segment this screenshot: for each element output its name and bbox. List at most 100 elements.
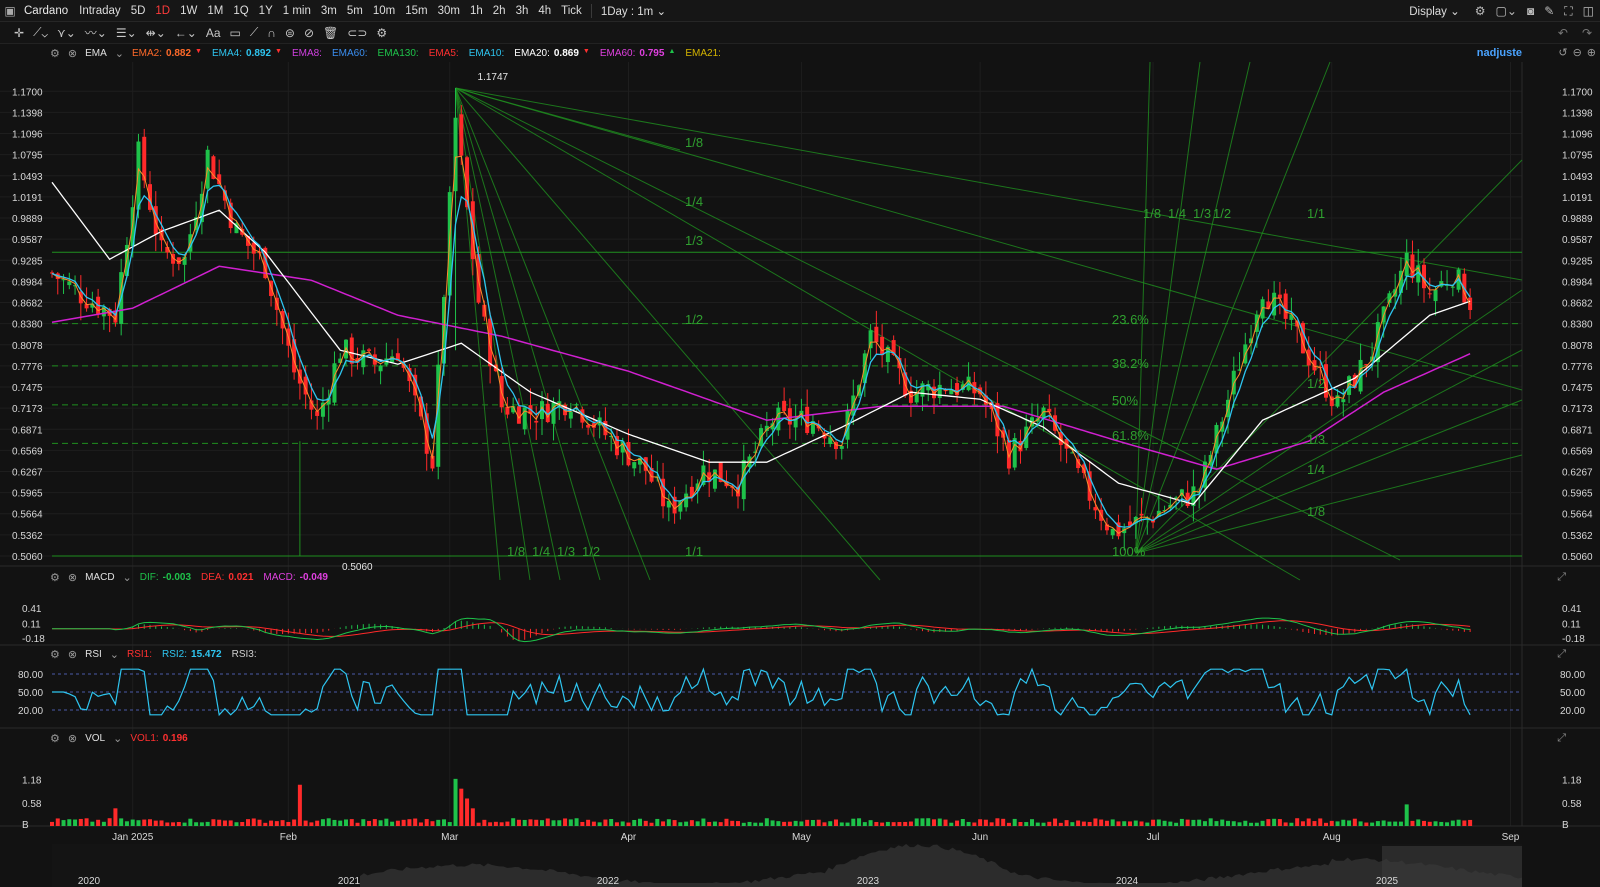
ema-legend-item[interactable]: EMA60: 0.795 ▲ [600,48,676,59]
price-tick-right: 0.5060 [1562,552,1593,563]
gann-fan-line [455,87,651,581]
ema-legend-item[interactable]: EMA60: [332,48,368,59]
reset-icon[interactable]: ↺ [1558,46,1567,59]
candle-body [378,365,383,372]
ema-legend-label: EMA20: [514,47,550,59]
volume-bar [1110,819,1115,826]
vol-legend-name[interactable]: VOL [85,733,105,744]
price-tick-left: 0.7475 [12,383,43,394]
candle-body [1041,407,1046,418]
volume-bar [332,819,337,826]
ema-legend-item[interactable]: EMA4: 0.892 ▼ [212,48,282,59]
close-icon[interactable]: ⊗ [68,571,77,584]
expand-icon[interactable]: ⤢ [1557,732,1566,745]
volume-bar [344,819,348,826]
ema-legend-item[interactable]: EMA130: [378,48,419,59]
candle-body [534,420,539,423]
chart-canvas[interactable]: 1.1700 1.1700 1.1398 1.1398 1.1096 1.1096 1.07… [0,0,1600,887]
gear-icon[interactable]: ⚙ [50,732,60,745]
plus-icon[interactable]: ⊕ [1587,46,1596,59]
macd-legend-name[interactable]: MACD [85,572,114,583]
volume-bar [1047,821,1052,826]
price-tick-right: 0.5664 [1562,510,1593,521]
rsi-legend-item[interactable]: RSI3: [232,649,257,660]
close-icon[interactable]: ⊗ [68,732,77,745]
candle-body [1341,399,1346,403]
volume-bar [378,820,383,826]
gann-label: 1/2 [1307,376,1325,391]
price-tick-left: 0.8682 [12,299,43,310]
vol-legend-item[interactable]: VOL1: 0.196 [130,733,187,744]
volume-bar [730,820,735,826]
gear-icon[interactable]: ⚙ [50,571,60,584]
volume-bar [1070,822,1075,826]
volume-bar [246,819,250,826]
candle-body [787,408,792,425]
navigator-year-label: 2025 [1376,876,1399,887]
volume-bar [1174,822,1179,826]
price-tick-right: 0.8682 [1562,299,1593,310]
adjust-label[interactable]: nadjuste [1477,47,1522,59]
chevron-down-icon[interactable]: ⌄ [110,648,119,661]
price-tick-left: 1.0191 [12,193,43,204]
ema-legend-item[interactable]: EMA21: [685,48,721,59]
rsi-legend-item[interactable]: RSI2: 15.472 [162,649,222,660]
volume-bar [580,821,585,826]
vol-legend-value: 0.196 [162,732,188,744]
gann-label: 1/4 [685,194,703,209]
volume-bar [655,818,660,826]
ema-legend-item[interactable]: EMA2: 0.882 ▼ [132,48,202,59]
time-axis-label: Feb [280,832,298,843]
rsi-legend-item[interactable]: RSI1: [127,649,152,660]
gear-icon[interactable]: ⚙ [50,47,60,60]
candle-body [1110,528,1115,536]
volume-bar [857,818,862,826]
expand-icon[interactable]: ⤢ [1557,571,1566,584]
volume-bar [1289,822,1294,826]
ema-legend-name[interactable]: EMA [85,48,107,59]
volume-bar [367,820,372,826]
volume-bar [1001,818,1006,826]
volume-bar [148,819,152,826]
volume-bar [199,822,204,826]
chevron-down-icon[interactable]: ⌄ [123,571,132,584]
ema-legend-item[interactable]: EMA10: [469,48,505,59]
volume-bar [1381,820,1386,826]
price-tick-right: 0.6871 [1562,425,1593,436]
volume-bar [989,822,994,826]
volume-bar [718,822,723,826]
volume-bar [1272,818,1277,826]
navigator-year-label: 2024 [1116,876,1139,887]
chevron-down-icon[interactable]: ⌄ [115,47,124,60]
volume-bar [240,822,245,826]
volume-bar [1329,820,1334,826]
ema-legend-item[interactable]: EMA5: [429,48,459,59]
macd-legend-item[interactable]: DEA: 0.021 [201,572,253,583]
close-icon[interactable]: ⊗ [68,47,77,60]
volume-bar [626,822,631,826]
volume-bar [955,820,960,826]
volume-bar [1104,820,1109,826]
volume-bar [586,819,591,826]
ema-legend-item[interactable]: EMA20: 0.869 ▼ [514,48,590,59]
close-icon[interactable]: ⊗ [68,648,77,661]
minus-icon[interactable]: ⊖ [1573,46,1582,59]
price-tick-left: 0.8078 [12,341,43,352]
macd-axis-tick-right: 0.11 [1562,619,1581,630]
gear-icon[interactable]: ⚙ [50,648,60,661]
vol-axis-tick-left: 0.58 [22,799,42,810]
ema-legend-item[interactable]: EMA8: [292,48,322,59]
volume-bar [418,822,423,826]
candle-body [632,462,637,469]
rsi-legend-name[interactable]: RSI [85,649,102,660]
expand-icon[interactable]: ⤢ [1557,648,1566,661]
volume-bar [689,820,694,826]
rsi-axis-tick-right: 20.00 [1560,706,1585,717]
candle-body [1312,360,1317,371]
macd-legend-item[interactable]: MACD: -0.049 [263,572,328,583]
volume-bar [822,822,827,826]
chevron-down-icon[interactable]: ⌄ [113,732,122,745]
volume-bar [661,821,666,826]
macd-legend-item[interactable]: DIF: -0.003 [140,572,191,583]
volume-bar [978,819,983,826]
